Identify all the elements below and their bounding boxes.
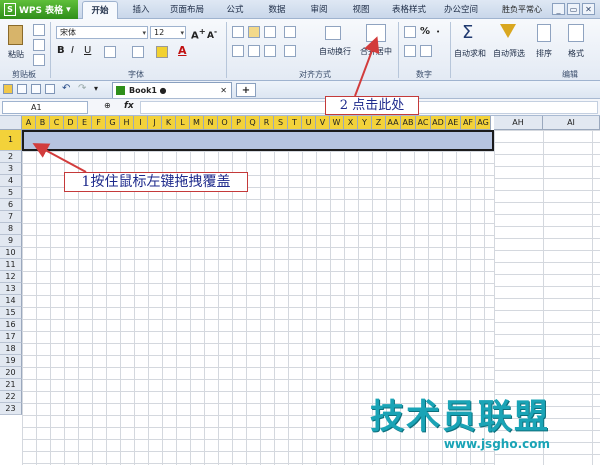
column-header[interactable]: AA (386, 116, 401, 130)
row-header[interactable]: 22 (0, 391, 22, 403)
row-header[interactable]: 18 (0, 343, 22, 355)
column-header[interactable]: E (78, 116, 92, 130)
row-header[interactable]: 17 (0, 331, 22, 343)
column-header[interactable]: V (316, 116, 330, 130)
column-header[interactable]: W (330, 116, 344, 130)
watermark: 技术员联盟 www.jsgho.com (370, 397, 570, 459)
column-header[interactable]: AF (461, 116, 476, 130)
arrow-to-merge-button (354, 36, 380, 97)
row-header[interactable]: 1 (0, 130, 22, 151)
row-header[interactable]: 23 (0, 403, 22, 415)
watermark-url: www.jsgho.com (443, 437, 550, 451)
column-header[interactable]: O (218, 116, 232, 130)
row-header[interactable]: 6 (0, 199, 22, 211)
row-header[interactable]: 3 (0, 163, 22, 175)
column-header[interactable]: P (232, 116, 246, 130)
callout-step-2: 2 点击此处 (325, 96, 419, 115)
row-header[interactable]: 15 (0, 307, 22, 319)
column-header[interactable]: AD (431, 116, 446, 130)
column-header[interactable]: T (288, 116, 302, 130)
column-header[interactable]: AE (446, 116, 461, 130)
row-header[interactable]: 12 (0, 271, 22, 283)
column-header[interactable]: AB (401, 116, 416, 130)
row-header[interactable]: 9 (0, 235, 22, 247)
column-header[interactable]: AH (494, 116, 543, 130)
row-header[interactable]: 4 (0, 175, 22, 187)
column-header[interactable]: N (204, 116, 218, 130)
row-header[interactable]: 16 (0, 319, 22, 331)
column-header[interactable]: AC (416, 116, 431, 130)
column-header[interactable]: G (106, 116, 120, 130)
column-header[interactable]: AI (543, 116, 600, 130)
row-header[interactable]: 14 (0, 295, 22, 307)
row-header[interactable]: 5 (0, 187, 22, 199)
row-header[interactable]: 19 (0, 355, 22, 367)
column-header[interactable]: R (260, 116, 274, 130)
callout-step-1: 1按住鼠标左键拖拽覆盖 (64, 172, 248, 192)
column-header[interactable]: C (50, 116, 64, 130)
row-header[interactable]: 7 (0, 211, 22, 223)
column-header[interactable]: F (92, 116, 106, 130)
arrow-to-row-one (32, 143, 87, 173)
column-header[interactable]: S (274, 116, 288, 130)
column-header[interactable]: A (22, 116, 36, 130)
column-header[interactable]: AG (476, 116, 491, 130)
watermark-title: 技术员联盟 (370, 397, 550, 437)
annotation-arrows (32, 36, 380, 173)
column-header[interactable]: H (120, 116, 134, 130)
column-header[interactable]: K (162, 116, 176, 130)
column-header[interactable]: L (176, 116, 190, 130)
row-header[interactable]: 13 (0, 283, 22, 295)
column-header[interactable]: I (134, 116, 148, 130)
column-header[interactable]: Q (246, 116, 260, 130)
column-header[interactable]: D (64, 116, 78, 130)
column-header[interactable]: X (344, 116, 358, 130)
row-header[interactable]: 8 (0, 223, 22, 235)
row-header[interactable]: 2 (0, 151, 22, 163)
column-header[interactable]: M (190, 116, 204, 130)
row-header[interactable]: 11 (0, 259, 22, 271)
row-header[interactable]: 20 (0, 367, 22, 379)
column-header[interactable]: U (302, 116, 316, 130)
row-header[interactable]: 21 (0, 379, 22, 391)
column-header[interactable]: B (36, 116, 50, 130)
column-header[interactable]: Z (372, 116, 386, 130)
column-header[interactable]: Y (358, 116, 372, 130)
row-header[interactable]: 10 (0, 247, 22, 259)
column-header[interactable]: J (148, 116, 162, 130)
